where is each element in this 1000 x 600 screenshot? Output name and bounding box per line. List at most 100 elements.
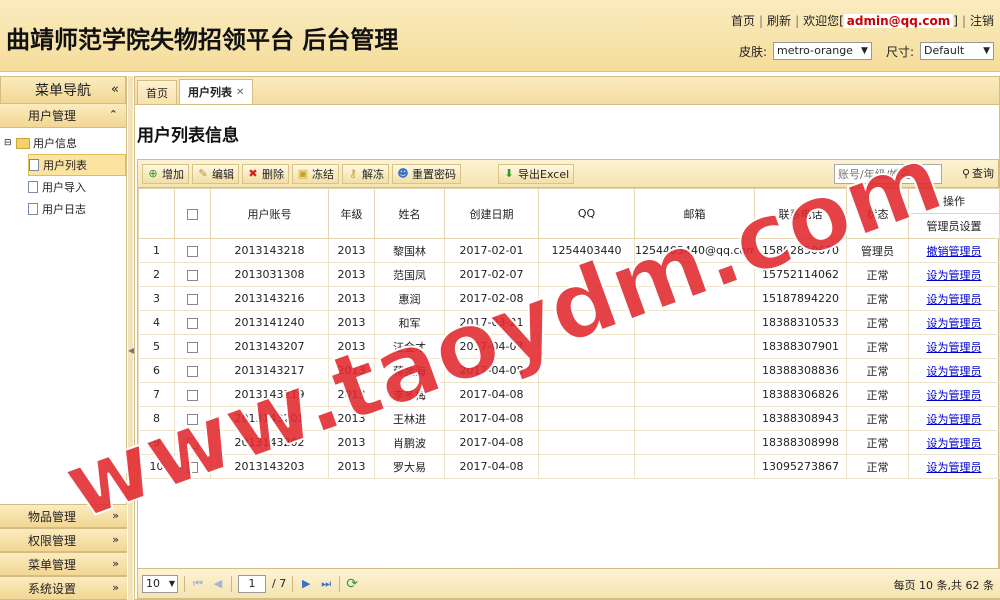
tab-user-list[interactable]: 用户列表 ✕ [179,79,254,104]
row-checkbox[interactable] [187,269,198,281]
admin-toggle-link[interactable]: 设为管理员 [927,413,982,426]
logout-link[interactable]: 注销 [970,14,994,28]
table-row[interactable]: 5 2013143207 2013 汪金才 2017-04-07 18388307901 正… [138,334,909,359]
table-row[interactable]: 2 2013031308 2013 范国凤 2017-02-07 15752114062 正… [138,262,909,287]
cell-name: 蒋金海 [374,358,445,383]
panel-permission-management[interactable]: 权限管理» [0,528,127,552]
search-button[interactable]: ⚲ 查询 [962,165,994,181]
size-select[interactable]: Default ▼ [920,42,994,60]
admin-toggle-link[interactable]: 设为管理员 [927,389,982,402]
op-cell: 设为管理员 [908,334,1000,359]
cell-account: 2013143219 [210,382,329,407]
cell-email [634,454,755,479]
close-icon[interactable]: ✕ [236,87,244,98]
table-row[interactable]: 4 2013141240 2013 和军 2017-03-21 18388310533 正常 [138,310,909,335]
row-checkbox[interactable] [187,461,198,473]
tree-item-user-import[interactable]: 用户导入 [28,176,126,198]
export-excel-button[interactable]: ⬇ 导出Excel [498,163,575,184]
table-row[interactable]: 10 2013143203 2013 罗大易 2017-04-08 13095273867… [138,454,909,479]
select-all-checkbox[interactable] [187,208,198,220]
col-phone[interactable]: 联系电话 [754,188,847,239]
tree-node-user-info[interactable]: ⊟ 用户信息 [4,132,126,154]
first-page-icon[interactable]: ⏮ [191,577,205,591]
admin-toggle-link[interactable]: 设为管理员 [927,341,982,354]
skin-select[interactable]: metro-orange ▼ [773,42,872,60]
collapse-up-icon[interactable]: ⌃ [109,108,118,121]
expand-down-icon[interactable]: » [112,557,119,570]
reset-password-button[interactable]: ☻ 重置密码 [392,163,461,184]
row-checkbox[interactable] [187,317,198,329]
cell-account: 2013143201 [210,406,329,431]
expand-down-icon[interactable]: » [112,533,119,546]
tree-item-user-list[interactable]: 用户列表 [28,154,126,176]
home-link[interactable]: 首页 [731,14,755,28]
row-checkbox[interactable] [187,413,198,425]
page-number-input[interactable]: 1 [238,574,266,593]
select-all-header [174,188,211,239]
unfreeze-button[interactable]: ⚷ 解冻 [342,163,389,184]
tree-expander-icon[interactable]: ⊟ [4,138,16,148]
col-created[interactable]: 创建日期 [444,188,539,239]
prev-page-icon[interactable]: ◀ [211,577,225,590]
tab-home[interactable]: 首页 [137,80,177,104]
row-checkbox[interactable] [187,365,198,377]
chevron-down-icon: ▼ [983,46,990,56]
table-row[interactable]: 9 2013143202 2013 肖鹏波 2017-04-08 18388308998 正… [138,430,909,455]
page-title: 用户列表信息 [137,126,239,146]
col-email[interactable]: 邮箱 [634,188,755,239]
next-page-icon[interactable]: ▶ [299,577,313,590]
table-row[interactable]: 6 2013143217 2013 蒋金海 2017-04-08 18388308836 正… [138,358,909,383]
app-title: 曲靖师范学院失物招领平台 后台管理 [6,26,399,54]
admin-toggle-link[interactable]: 设为管理员 [927,437,982,450]
expand-down-icon[interactable]: » [112,581,119,594]
row-checkbox-cell [174,262,211,287]
delete-button[interactable]: ✖ 删除 [242,163,289,184]
col-account[interactable]: 用户账号 [210,188,329,239]
admin-toggle-link[interactable]: 设为管理员 [927,365,982,378]
tree-item-label: 用户导入 [42,181,86,194]
edit-button[interactable]: ✎ 编辑 [192,163,239,184]
table-row[interactable]: 3 2013143216 2013 惠润 2017-02-08 15187894220 正常 [138,286,909,311]
page-size-select[interactable]: 10 ▼ [142,574,178,593]
refresh-link[interactable]: 刷新 [767,14,791,28]
panel-item-management[interactable]: 物品管理» [0,504,127,528]
freeze-button[interactable]: ▣ 冻结 [292,163,339,184]
cell-grade: 2013 [328,334,375,359]
expand-down-icon[interactable]: » [112,509,119,522]
cell-status: 管理员 [846,238,909,263]
panel-menu-management[interactable]: 菜单管理» [0,552,127,576]
tree-item-user-log[interactable]: 用户日志 [28,198,126,220]
admin-toggle-link[interactable]: 设为管理员 [927,461,982,474]
admin-toggle-link[interactable]: 设为管理员 [927,269,982,282]
table-row[interactable]: 8 2013143201 2013 王林进 2017-04-08 18388308943 正… [138,406,909,431]
col-qq[interactable]: QQ [538,188,635,239]
add-button[interactable]: ⊕ 增加 [142,163,189,184]
panel-system-settings[interactable]: 系统设置» [0,576,127,600]
col-status[interactable]: 状态 [846,188,909,239]
table-row: 设为管理员 [908,430,1000,455]
cell-name: 肖鹏波 [374,430,445,455]
table-row[interactable]: 1 2013143218 2013 黎国林 2017-02-01 1254403440 12… [138,238,909,263]
table-row[interactable]: 7 2013143219 2013 李冬梅 2017-04-08 18388306826 正… [138,382,909,407]
table-row: 设为管理员 [908,310,1000,335]
admin-toggle-link[interactable]: 设为管理员 [927,293,982,306]
collapse-sidebar-icon[interactable]: « [111,82,119,97]
cell-email [634,358,755,383]
admin-toggle-link[interactable]: 设为管理员 [927,317,982,330]
col-grade[interactable]: 年级 [328,188,375,239]
search-input[interactable] [834,164,942,184]
row-checkbox[interactable] [187,389,198,401]
col-name[interactable]: 姓名 [374,188,445,239]
admin-toggle-link[interactable]: 撤销管理员 [927,245,982,258]
row-checkbox[interactable] [187,437,198,449]
row-checkbox[interactable] [187,245,198,257]
row-checkbox[interactable] [187,341,198,353]
table-row: 设为管理员 [908,262,1000,287]
layout-splitter[interactable]: ◀ [128,76,134,600]
row-checkbox[interactable] [187,293,198,305]
divider [339,575,341,592]
edit-icon: ✎ [198,166,208,180]
refresh-icon[interactable]: ⟳ [346,576,358,592]
panel-user-management[interactable]: 用户管理 ⌃ [0,104,126,128]
last-page-icon[interactable]: ⏭ [319,577,333,591]
